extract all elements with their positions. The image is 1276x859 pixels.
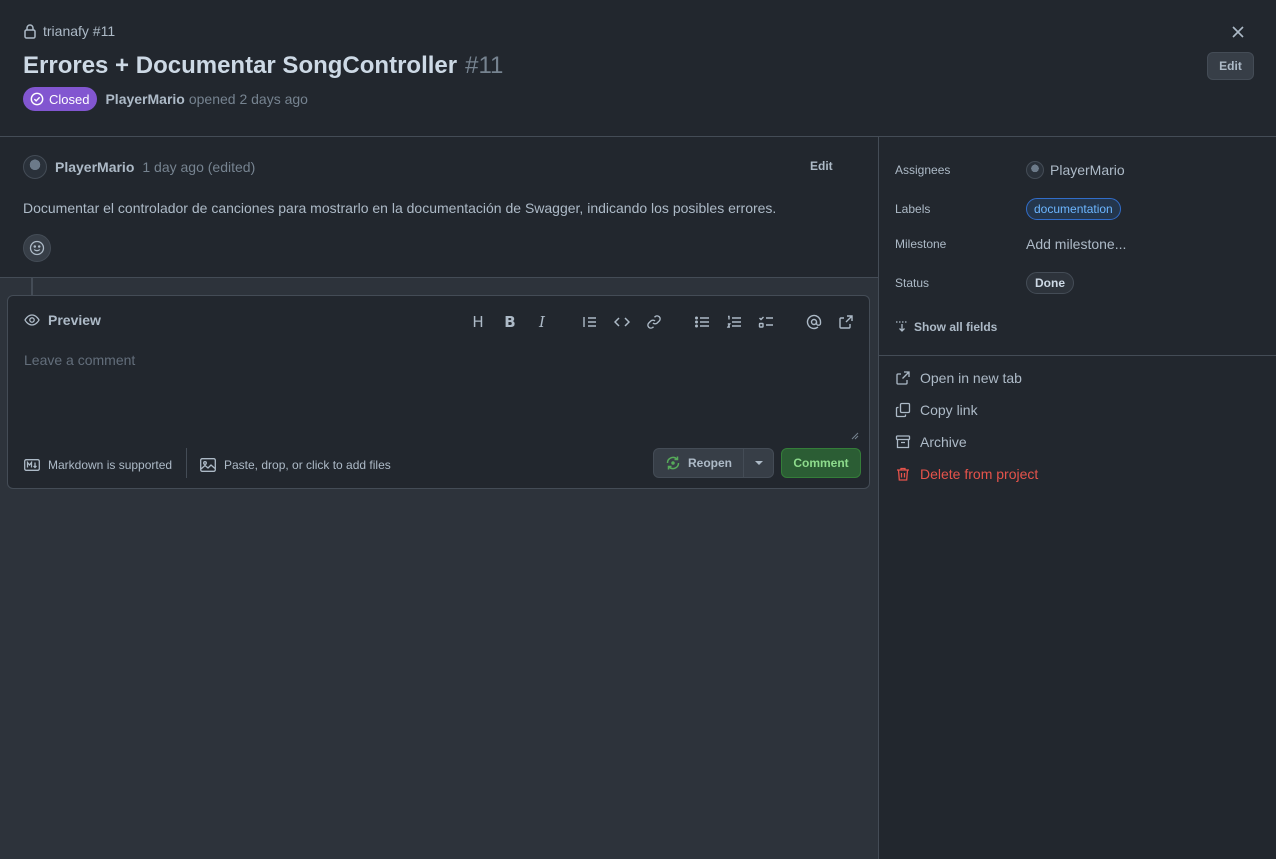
field-label: Milestone (895, 237, 947, 251)
preview-tab[interactable]: Preview (24, 312, 101, 328)
comment-timestamp[interactable]: 1 day ago (edited) (142, 159, 255, 175)
reference-icon[interactable] (836, 312, 856, 332)
reopen-button[interactable]: Reopen (654, 449, 743, 477)
field-value: PlayerMario (1026, 161, 1125, 179)
task-list-icon[interactable] (756, 312, 776, 332)
reopen-button-label: Reopen (688, 456, 733, 470)
markdown-icon (24, 459, 40, 471)
issue-meta: Closed PlayerMario opened 2 days ago (23, 87, 308, 111)
field-label: Labels (895, 202, 931, 216)
issue-title: Errores + Documentar SongController (23, 52, 458, 79)
action-label: Copy link (920, 402, 978, 418)
issue-header: trianafy #11 Errores + Documentar SongCo… (0, 0, 1276, 137)
issue-title-line: Errores + Documentar SongController #11 (23, 52, 503, 80)
repo-reference[interactable]: trianafy #11 (23, 23, 115, 39)
unordered-list-icon[interactable] (692, 312, 712, 332)
mention-icon[interactable] (804, 312, 824, 332)
field-label: Status (895, 276, 930, 290)
editor-footer: Markdown is supported Paste, drop, or cl… (8, 448, 869, 490)
preview-tab-label: Preview (48, 312, 101, 328)
resize-handle[interactable] (851, 432, 859, 440)
timeline-connector (31, 278, 33, 296)
ordered-list-icon[interactable] (724, 312, 744, 332)
comment-button[interactable]: Comment (781, 448, 861, 478)
link-icon[interactable] (644, 312, 664, 332)
status-badge: Closed (23, 87, 98, 111)
bold-icon[interactable]: B (500, 312, 520, 332)
close-icon[interactable] (1228, 22, 1248, 42)
avatar (1026, 161, 1044, 179)
copy-icon (895, 402, 911, 418)
main-column: PlayerMario 1 day ago (edited) Edit Docu… (0, 137, 878, 859)
issue-opened-text: opened 2 days ago (188, 91, 308, 107)
show-all-fields-label: Show all fields (914, 320, 998, 334)
comment-editor: Preview H B I Leave a comment Markdown i… (7, 295, 870, 489)
comment-header: PlayerMario 1 day ago (edited) (23, 155, 255, 179)
repo-label: trianafy #11 (43, 23, 116, 39)
check-circle-icon (30, 92, 44, 106)
issue-sidebar: Assignees PlayerMario Labels documentati… (878, 137, 1276, 859)
sidebar-divider (879, 355, 1276, 356)
comment-author[interactable]: PlayerMario (55, 159, 134, 175)
action-label: Delete from project (920, 466, 1039, 482)
external-link-icon (895, 370, 911, 386)
show-all-fields-button[interactable]: Show all fields (895, 320, 997, 334)
trash-icon (895, 466, 911, 482)
italic-icon[interactable]: I (532, 312, 552, 332)
comment-body: Documentar el controlador de canciones p… (23, 200, 777, 216)
quote-icon[interactable] (580, 312, 600, 332)
issue-number: #11 (465, 52, 504, 79)
issue-author[interactable]: PlayerMario (105, 91, 184, 107)
status-pill: Done (1026, 272, 1074, 294)
reopen-button-group: Reopen (653, 448, 775, 478)
lock-icon (23, 23, 37, 39)
footer-divider (186, 448, 187, 478)
heading-icon[interactable]: H (468, 312, 488, 332)
status-badge-label: Closed (49, 91, 90, 107)
field-label: Assignees (895, 163, 951, 177)
label-pill: documentation (1026, 198, 1121, 220)
open-in-new-tab-button[interactable]: Open in new tab (895, 370, 1022, 386)
smiley-icon (29, 240, 45, 256)
attach-files[interactable]: Paste, drop, or click to add files (200, 458, 391, 472)
markdown-note[interactable]: Markdown is supported (24, 458, 172, 472)
action-label: Archive (920, 434, 967, 450)
field-labels[interactable]: Labels documentation (895, 198, 1121, 220)
issue-comment: PlayerMario 1 day ago (edited) Edit Docu… (0, 137, 878, 278)
assignee-name: PlayerMario (1050, 162, 1125, 178)
field-milestone[interactable]: Milestone Add milestone... (895, 236, 1126, 252)
chevron-down-icon[interactable] (743, 449, 773, 477)
archive-icon (895, 434, 911, 450)
milestone-value: Add milestone... (1026, 236, 1127, 252)
edit-comment-button[interactable]: Edit (810, 159, 833, 173)
comment-input[interactable] (16, 344, 861, 444)
field-assignees[interactable]: Assignees PlayerMario (895, 161, 1125, 179)
edit-title-button[interactable]: Edit (1207, 52, 1254, 80)
eye-icon (24, 312, 40, 328)
copy-link-button[interactable]: Copy link (895, 402, 978, 418)
delete-from-project-button[interactable]: Delete from project (895, 466, 1038, 482)
reopen-icon (665, 455, 681, 471)
avatar[interactable] (23, 155, 47, 179)
expand-icon (895, 320, 909, 334)
attach-files-label: Paste, drop, or click to add files (224, 458, 391, 472)
markdown-note-label: Markdown is supported (48, 458, 173, 472)
archive-button[interactable]: Archive (895, 434, 967, 450)
add-reaction-button[interactable] (23, 234, 51, 262)
action-label: Open in new tab (920, 370, 1022, 386)
code-icon[interactable] (612, 312, 632, 332)
field-status[interactable]: Status Done (895, 272, 1074, 294)
image-icon (200, 458, 216, 472)
